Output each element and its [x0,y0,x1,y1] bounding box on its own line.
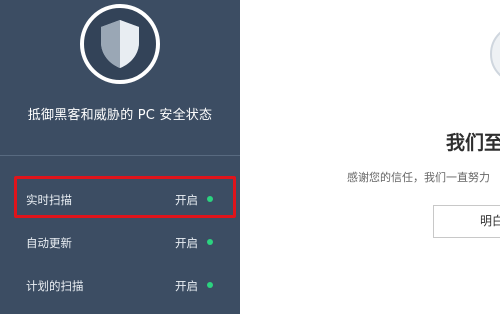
status-on-icon [207,239,213,245]
feature-status: 开启 [175,279,198,293]
feature-list: 实时扫描 开启 自动更新 开启 计划的扫描 开启 [0,176,240,307]
got-it-button[interactable]: 明白 [433,205,500,238]
security-status-title: 抵御黑客和威胁的 PC 安全状态 [27,108,213,123]
feature-name: 计划的扫描 [26,279,84,293]
feature-name: 实时扫描 [26,193,72,207]
feature-row-realtime-scan[interactable]: 实时扫描 开启 [0,176,240,221]
shield-icon [101,20,139,68]
feature-name: 自动更新 [26,236,72,250]
main-body-text: 感谢您的信任，我们一直努力 [347,171,490,184]
main-panel: 我们至 感谢您的信任，我们一直努力 明白 [240,0,500,314]
feature-row-scheduled-scan[interactable]: 计划的扫描 开启 [0,264,240,307]
sidebar: 抵御黑客和威胁的 PC 安全状态 实时扫描 开启 自动更新 开启 计划的扫描 开… [0,0,240,314]
feature-status: 开启 [175,236,198,250]
main-title: 我们至 [446,132,500,154]
status-on-icon [207,196,213,202]
feature-row-auto-update[interactable]: 自动更新 开启 [0,221,240,264]
status-on-icon [207,282,213,288]
sidebar-divider [0,155,240,156]
top-shield-icon [490,24,500,84]
shield-status-badge [80,4,160,84]
app-window: 抵御黑客和威胁的 PC 安全状态 实时扫描 开启 自动更新 开启 计划的扫描 开… [0,0,500,314]
feature-status: 开启 [175,193,198,207]
